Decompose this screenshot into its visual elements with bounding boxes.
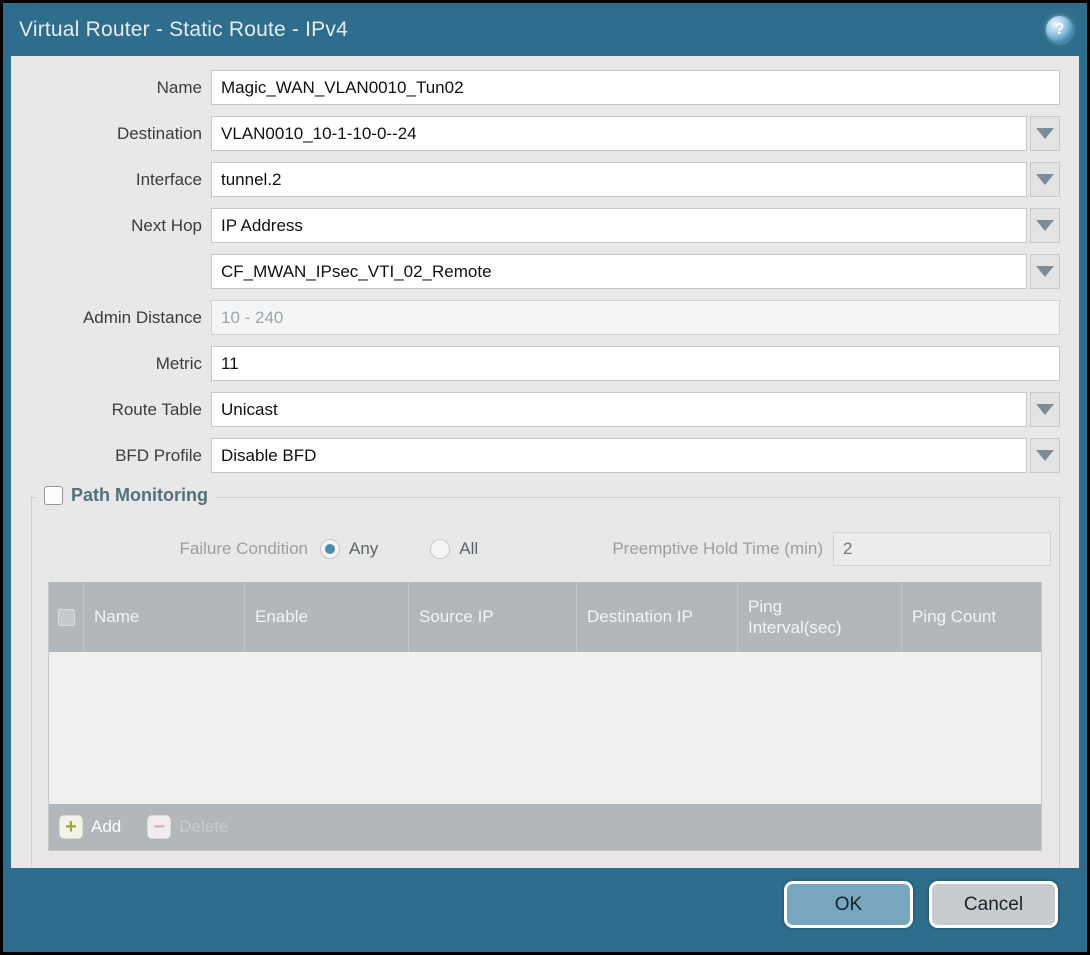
column-header-source-ip[interactable]: Source IP xyxy=(408,582,576,652)
destination-dropdown-button[interactable] xyxy=(1030,116,1060,151)
chevron-down-icon xyxy=(1036,174,1054,185)
interface-input[interactable] xyxy=(211,162,1027,197)
field-row-admin-distance: Admin Distance xyxy=(31,300,1060,335)
column-header-enable[interactable]: Enable xyxy=(244,582,408,652)
chevron-down-icon xyxy=(1036,266,1054,277)
name-input[interactable] xyxy=(211,70,1060,105)
chevron-down-icon xyxy=(1036,450,1054,461)
field-row-destination: Destination xyxy=(31,116,1060,151)
field-row-interface: Interface xyxy=(31,162,1060,197)
field-row-bfd-profile: BFD Profile xyxy=(31,438,1060,473)
dialog-footer: OK Cancel xyxy=(3,868,1087,952)
preemptive-hold-time-label: Preemptive Hold Time (min) xyxy=(612,539,833,559)
field-row-next-hop-address xyxy=(31,254,1060,289)
chevron-down-icon xyxy=(1036,220,1054,231)
next-hop-dropdown-button[interactable] xyxy=(1030,208,1060,243)
table-toolbar: + Add − Delete xyxy=(49,804,1041,850)
static-route-dialog: Virtual Router - Static Route - IPv4 ? N… xyxy=(0,0,1090,955)
chevron-down-icon xyxy=(1036,128,1054,139)
bfd-profile-dropdown-button[interactable] xyxy=(1030,438,1060,473)
dialog-title: Virtual Router - Static Route - IPv4 xyxy=(19,18,348,42)
field-row-metric: Metric xyxy=(31,346,1060,381)
dialog-titlebar: Virtual Router - Static Route - IPv4 ? xyxy=(3,3,1087,56)
path-monitoring-section: Path Monitoring Failure Condition Any Al… xyxy=(31,497,1060,868)
ok-button[interactable]: OK xyxy=(784,881,913,928)
plus-icon: + xyxy=(59,815,83,839)
select-all-cell xyxy=(49,582,83,652)
interface-dropdown-button[interactable] xyxy=(1030,162,1060,197)
admin-distance-input[interactable] xyxy=(211,300,1060,335)
metric-input[interactable] xyxy=(211,346,1060,381)
admin-distance-label: Admin Distance xyxy=(31,308,211,328)
route-table-input[interactable] xyxy=(211,392,1027,427)
field-row-next-hop: Next Hop xyxy=(31,208,1060,243)
next-hop-address-input[interactable] xyxy=(211,254,1027,289)
route-table-dropdown-button[interactable] xyxy=(1030,392,1060,427)
name-label: Name xyxy=(31,78,211,98)
interface-label: Interface xyxy=(31,170,211,190)
failure-condition-label: Failure Condition xyxy=(48,539,320,559)
chevron-down-icon xyxy=(1036,404,1054,415)
table-header-row: Name Enable Source IP Destination IP Pin… xyxy=(49,582,1041,652)
table-body-empty xyxy=(49,652,1041,804)
column-header-destination-ip[interactable]: Destination IP xyxy=(576,582,737,652)
failure-condition-any-radio[interactable] xyxy=(320,539,340,559)
column-header-ping-count[interactable]: Ping Count xyxy=(901,582,1041,652)
next-hop-address-dropdown-button[interactable] xyxy=(1030,254,1060,289)
path-monitoring-checkbox[interactable] xyxy=(44,486,63,505)
failure-condition-any-label: Any xyxy=(349,539,378,559)
preemptive-hold-time-input[interactable] xyxy=(833,532,1051,566)
metric-label: Metric xyxy=(31,354,211,374)
select-all-checkbox[interactable] xyxy=(58,609,75,626)
delete-button[interactable]: − Delete xyxy=(147,815,228,839)
add-button[interactable]: + Add xyxy=(59,815,121,839)
help-icon[interactable]: ? xyxy=(1046,16,1073,43)
destination-label: Destination xyxy=(31,124,211,144)
destination-input[interactable] xyxy=(211,116,1027,151)
next-hop-label: Next Hop xyxy=(31,216,211,236)
path-monitoring-title: Path Monitoring xyxy=(71,485,208,506)
path-monitoring-table: Name Enable Source IP Destination IP Pin… xyxy=(48,582,1042,851)
route-table-label: Route Table xyxy=(31,400,211,420)
column-header-name[interactable]: Name xyxy=(83,582,244,652)
path-monitoring-controls: Failure Condition Any All Preemptive Hol… xyxy=(48,532,1051,566)
next-hop-type-input[interactable] xyxy=(211,208,1027,243)
failure-condition-all-radio[interactable] xyxy=(430,539,450,559)
bfd-profile-label: BFD Profile xyxy=(31,446,211,466)
field-row-route-table: Route Table xyxy=(31,392,1060,427)
dialog-body: Name Destination Interface xyxy=(11,56,1079,868)
failure-condition-all-label: All xyxy=(459,539,478,559)
path-monitoring-legend: Path Monitoring xyxy=(36,485,216,506)
column-header-ping-interval[interactable]: Ping Interval(sec) xyxy=(737,582,901,652)
field-row-name: Name xyxy=(31,70,1060,105)
minus-icon: − xyxy=(147,815,171,839)
cancel-button[interactable]: Cancel xyxy=(929,881,1058,928)
bfd-profile-input[interactable] xyxy=(211,438,1027,473)
